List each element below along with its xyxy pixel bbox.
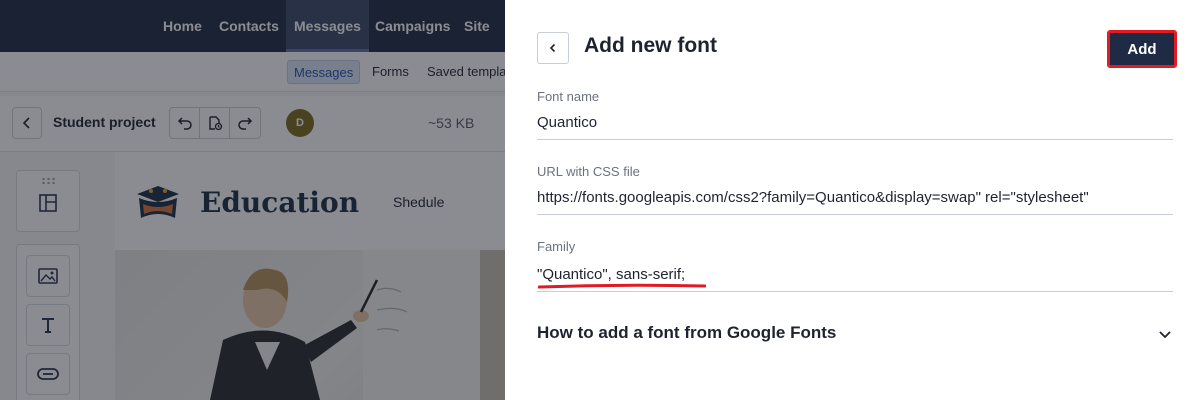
highlight-underline [538,283,706,289]
chevron-down-icon [1159,331,1171,339]
add-font-panel: Add new font Add Font name Quantico URL … [505,0,1198,400]
panel-back-button[interactable] [537,32,569,64]
panel-title: Add new font [584,34,717,57]
add-font-button[interactable]: Add [1107,30,1177,68]
chevron-left-icon [549,43,556,53]
google-fonts-help-accordion[interactable]: How to add a font from Google Fonts [537,318,1173,350]
css-url-input[interactable]: https://fonts.googleapis.com/css2?family… [537,189,1173,215]
css-url-field: URL with CSS file https://fonts.googleap… [537,164,1173,215]
font-name-input[interactable]: Quantico [537,114,1173,140]
font-name-field: Font name Quantico [537,89,1173,140]
modal-overlay[interactable] [0,0,505,400]
background-app: Home Contacts Messages Campaigns Site Me… [0,0,505,400]
accordion-title: How to add a font from Google Fonts [537,323,837,342]
css-url-label: URL with CSS file [537,164,640,179]
font-name-label: Font name [537,89,600,104]
family-label: Family [537,239,576,254]
